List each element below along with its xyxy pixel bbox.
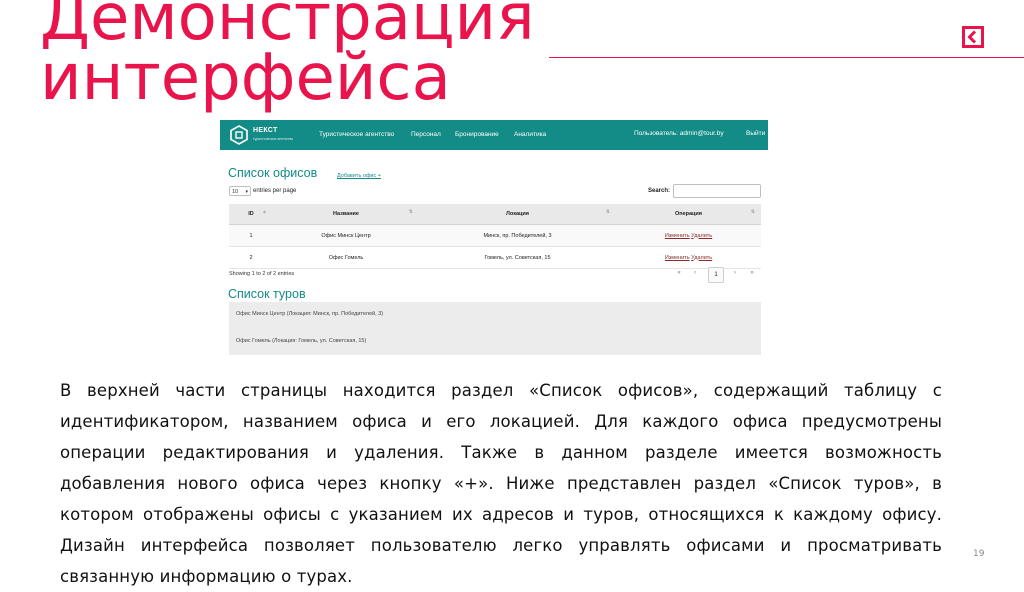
column-header-name[interactable]: Название ⇅ (273, 204, 419, 225)
page-next-button[interactable]: › (730, 270, 740, 276)
cell-location: Минск, пр. Победителей, 3 (419, 224, 616, 247)
slide-title-line-2: интерфейса (40, 41, 451, 115)
slide-body-text: В верхней части страницы находится разде… (60, 381, 942, 586)
sort-asc-icon: ▲ (262, 209, 267, 215)
page-first-button[interactable]: « (674, 270, 684, 276)
search-input[interactable] (673, 184, 761, 198)
add-office-link[interactable]: Добавить офис + (337, 173, 381, 179)
app-navbar: НЕКСТ туристическое агентство Туристичес… (220, 120, 768, 150)
delete-office-link[interactable]: Удалить (691, 233, 712, 239)
page-current-button[interactable]: 1 (708, 267, 724, 283)
logo-tagline: туристическое агентство (253, 137, 294, 141)
sort-icon: ⇅ (750, 209, 755, 215)
chevron-down-icon: ▾ (245, 189, 248, 195)
tours-title: Список туров (228, 287, 306, 301)
page-prev-button[interactable]: ‹ (690, 270, 700, 276)
list-item[interactable]: Офис Минск Центр (Локация: Минск, пр. По… (236, 311, 383, 317)
nav-item-analytics[interactable]: Аналитика (514, 131, 546, 138)
app-logo[interactable]: НЕКСТ туристическое агентство (229, 125, 307, 145)
app-screenshot: НЕКСТ туристическое агентство Туристичес… (220, 120, 768, 356)
list-item[interactable]: Офис Гомель (Локация: Гомель, ул. Советс… (236, 338, 366, 344)
entries-per-page-label: entries per page (253, 188, 297, 194)
logo-hexagon-icon (230, 125, 248, 145)
nav-item-agency[interactable]: Туристическое агентство (319, 131, 394, 138)
page-last-button[interactable]: » (747, 270, 757, 276)
current-user-label: Пользователь: admin@tour.by (634, 130, 724, 137)
logo-name: НЕКСТ (253, 127, 278, 134)
column-header-operation[interactable]: Операция ⇅ (616, 204, 761, 225)
slide-title: Демонстрация интерфейса (40, 0, 535, 115)
cell-location: Гомель, ул. Советская, 15 (419, 246, 616, 269)
title-divider (549, 57, 1024, 58)
table-row: 2 Офис Гомель Гомель, ул. Советская, 15 … (229, 246, 761, 269)
offices-table: ID ▲ Название ⇅ Локация ⇅ Операция ⇅ 1 Офис … (229, 204, 761, 269)
cell-name: Офис Гомель (273, 246, 419, 269)
cell-id: 2 (229, 246, 273, 269)
entries-per-page-select[interactable]: 10 ▾ (229, 186, 251, 196)
cell-id: 1 (229, 224, 273, 247)
edit-office-link[interactable]: Изменить (665, 255, 690, 261)
entries-per-page-value: 10 (232, 189, 239, 195)
cell-name: Офис Минск Центр (273, 224, 419, 247)
sort-icon: ⇅ (408, 209, 413, 215)
back-arrow-icon[interactable] (962, 26, 984, 48)
offices-title: Список офисов (228, 166, 318, 180)
search-label: Search: (648, 188, 671, 194)
table-row: 1 Офис Минск Центр Минск, пр. Победителе… (229, 224, 761, 247)
tours-list: Офис Минск Центр (Локация: Минск, пр. По… (229, 302, 761, 355)
cell-operations: Изменить Удалить (616, 246, 761, 269)
delete-office-link[interactable]: Удалить (691, 255, 712, 261)
edit-office-link[interactable]: Изменить (665, 233, 690, 239)
slide-number: 19 (973, 549, 985, 559)
nav-item-booking[interactable]: Бронирование (455, 131, 499, 138)
table-info: Showing 1 to 2 of 2 entries (229, 271, 295, 277)
logout-link[interactable]: Выйти (746, 130, 765, 137)
sort-icon: ⇅ (605, 209, 610, 215)
table-header-row: ID ▲ Название ⇅ Локация ⇅ Операция ⇅ (229, 204, 761, 225)
nav-item-staff[interactable]: Персонал (411, 131, 441, 138)
column-header-id[interactable]: ID ▲ (229, 204, 273, 225)
column-header-location[interactable]: Локация ⇅ (419, 204, 616, 225)
cell-operations: Изменить Удалить (616, 224, 761, 247)
